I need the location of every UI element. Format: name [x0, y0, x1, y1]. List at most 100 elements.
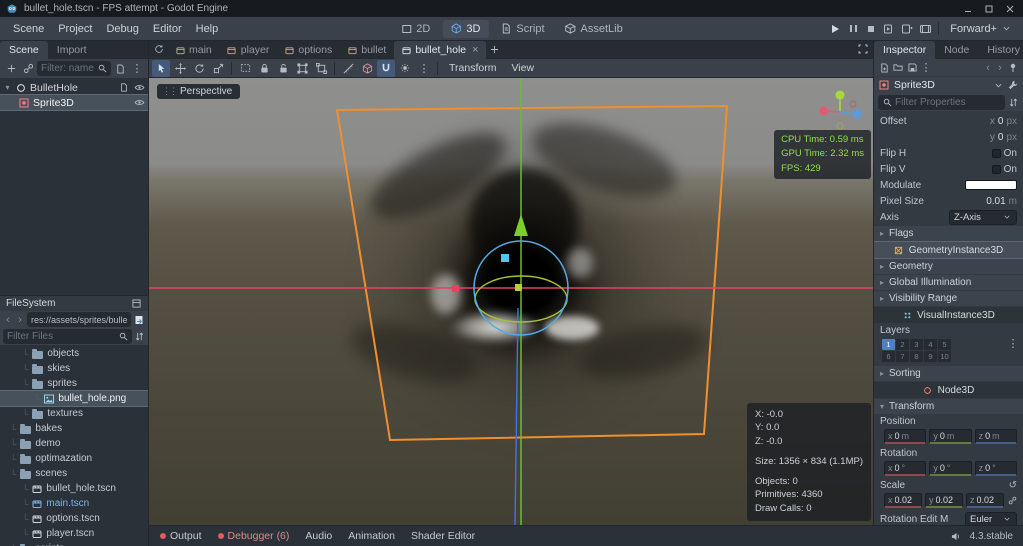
- maximize-button[interactable]: [981, 2, 996, 15]
- section-geometry[interactable]: ▸ Geometry: [874, 259, 1023, 274]
- category-geometryinstance3d[interactable]: GeometryInstance3D: [874, 241, 1023, 259]
- tree-node-bullethole[interactable]: ▾ BulletHole: [0, 80, 148, 95]
- play-button[interactable]: [827, 21, 843, 37]
- viewport-3d[interactable]: ⋮⋮ Perspective CPU Time: 0.59 ms GPU Tim…: [149, 78, 873, 525]
- shader-editor-button[interactable]: Shader Editor: [404, 528, 482, 544]
- menu-editor[interactable]: Editor: [146, 20, 189, 38]
- view-menu[interactable]: View: [504, 60, 541, 76]
- output-button[interactable]: Output: [153, 528, 209, 544]
- pause-button[interactable]: [845, 21, 861, 37]
- layer-toggle[interactable]: 4: [924, 339, 937, 350]
- instance-scene-button[interactable]: [20, 61, 36, 77]
- lock-button[interactable]: [255, 60, 273, 77]
- file-item[interactable]: └ bakes: [0, 421, 148, 436]
- flip-v-checkbox[interactable]: [991, 164, 1001, 174]
- pin-object-icon[interactable]: [1007, 62, 1019, 74]
- tab-history[interactable]: History: [978, 41, 1023, 59]
- file-item[interactable]: └ skies: [0, 361, 148, 376]
- extra-tools-icon[interactable]: [1007, 79, 1019, 91]
- list-select-button[interactable]: [236, 60, 254, 77]
- visibility-eye-icon[interactable]: [133, 97, 145, 109]
- nav-forward-icon[interactable]: ›: [15, 314, 25, 326]
- prop-rotation-edit-mode[interactable]: Rotation Edit M Euler: [874, 511, 1023, 525]
- scale-y-field[interactable]: y 0.02: [925, 493, 963, 508]
- layer-toggle[interactable]: 5: [938, 339, 951, 350]
- scene-tab-player[interactable]: player: [220, 41, 277, 59]
- renderer-dropdown[interactable]: Forward+: [944, 21, 1017, 37]
- dock-menu-icon[interactable]: [130, 298, 142, 310]
- file-item[interactable]: └ objects: [0, 346, 148, 361]
- axis-orientation-gizmo[interactable]: [817, 86, 863, 132]
- sort-files-icon[interactable]: [133, 331, 145, 343]
- prop-offset-x[interactable]: Offset x 0 px: [874, 113, 1023, 129]
- rotation-y-field[interactable]: y 0 °: [929, 461, 972, 476]
- scene-tab-bullet-hole[interactable]: bullet_hole ×: [394, 41, 486, 59]
- file-item[interactable]: └ demo: [0, 436, 148, 451]
- stop-button[interactable]: [863, 21, 879, 37]
- minimize-button[interactable]: [960, 2, 975, 15]
- rotation-edit-mode-dropdown[interactable]: Euler: [965, 511, 1017, 525]
- filesystem-filter-input[interactable]: [7, 331, 115, 342]
- group-button[interactable]: [293, 60, 311, 77]
- resource-menu-icon[interactable]: ⋮: [920, 62, 932, 74]
- rotate-mode-button[interactable]: [190, 60, 208, 77]
- prop-axis[interactable]: Axis Z-Axis: [874, 209, 1023, 225]
- load-resource-icon[interactable]: [892, 62, 904, 74]
- tab-node[interactable]: Node: [935, 41, 978, 59]
- scene-filter-input[interactable]: [41, 63, 94, 74]
- file-item-selected[interactable]: └ bullet_hole.png: [0, 390, 148, 407]
- new-resource-icon[interactable]: [878, 62, 890, 74]
- file-item[interactable]: └ sprites: [0, 376, 148, 391]
- viewport-menu-icon[interactable]: ⋮: [415, 60, 433, 77]
- workspace-assetlib[interactable]: AssetLib: [557, 20, 631, 38]
- environment-toggle-button[interactable]: [396, 60, 414, 77]
- section-global-illumination[interactable]: ▸ Global Illumination: [874, 275, 1023, 290]
- tab-inspector[interactable]: Inspector: [874, 41, 936, 59]
- history-back-icon[interactable]: ‹: [983, 62, 993, 74]
- transform-menu[interactable]: Transform: [442, 60, 503, 76]
- section-flags[interactable]: ▸ Flags: [874, 226, 1023, 241]
- expand-viewport-icon[interactable]: [855, 41, 871, 57]
- layer-toggle[interactable]: 10: [938, 351, 951, 362]
- layer-toggle[interactable]: 2: [896, 339, 909, 350]
- unlock-button[interactable]: [274, 60, 292, 77]
- file-item[interactable]: └ player.tscn: [0, 526, 148, 541]
- movie-maker-button[interactable]: [917, 21, 933, 37]
- layer-toggle[interactable]: 6: [882, 351, 895, 362]
- scene-tree-menu-icon[interactable]: ⋮: [129, 61, 145, 77]
- axis-dropdown[interactable]: Z-Axis: [949, 209, 1017, 225]
- layer-toggle[interactable]: 9: [924, 351, 937, 362]
- play-scene-button[interactable]: [881, 21, 897, 37]
- property-filter[interactable]: [878, 94, 1005, 110]
- file-item[interactable]: └ options.tscn: [0, 511, 148, 526]
- position-y-field[interactable]: y0m: [929, 429, 972, 444]
- section-visibility-range[interactable]: ▸ Visibility Range: [874, 291, 1023, 306]
- debugger-button[interactable]: Debugger (6): [211, 528, 297, 544]
- animation-button[interactable]: Animation: [341, 528, 402, 544]
- expand-arrow-icon[interactable]: ▾: [3, 83, 12, 92]
- property-filter-input[interactable]: [895, 96, 1001, 108]
- layer-toggle[interactable]: 3: [910, 339, 923, 350]
- workspace-3d[interactable]: 3D: [442, 19, 489, 38]
- link-scale-icon[interactable]: [1007, 496, 1017, 506]
- scene-tab-options[interactable]: options: [277, 41, 339, 59]
- scale-mode-button[interactable]: [209, 60, 227, 77]
- flip-h-checkbox[interactable]: [991, 148, 1001, 158]
- ruler-mode-button[interactable]: [339, 60, 357, 77]
- snap-toggle-button[interactable]: [377, 59, 395, 77]
- local-space-button[interactable]: [358, 60, 376, 77]
- tree-node-sprite3d[interactable]: Sprite3D: [0, 94, 148, 111]
- menu-debug[interactable]: Debug: [99, 20, 145, 38]
- move-mode-button[interactable]: [171, 60, 189, 77]
- version-label[interactable]: 4.3.stable: [964, 531, 1019, 542]
- scale-z-field[interactable]: z 0.02: [966, 493, 1004, 508]
- workspace-2d[interactable]: 2D: [392, 20, 438, 38]
- close-button[interactable]: [1002, 2, 1017, 15]
- file-item[interactable]: └ main.tscn: [0, 496, 148, 511]
- select-mode-button[interactable]: [152, 59, 170, 77]
- audio-button[interactable]: Audio: [298, 528, 339, 544]
- ungroup-button[interactable]: [312, 60, 330, 77]
- add-node-button[interactable]: [3, 61, 19, 77]
- prop-modulate[interactable]: Modulate: [874, 177, 1023, 193]
- layer-toggle[interactable]: 7: [896, 351, 909, 362]
